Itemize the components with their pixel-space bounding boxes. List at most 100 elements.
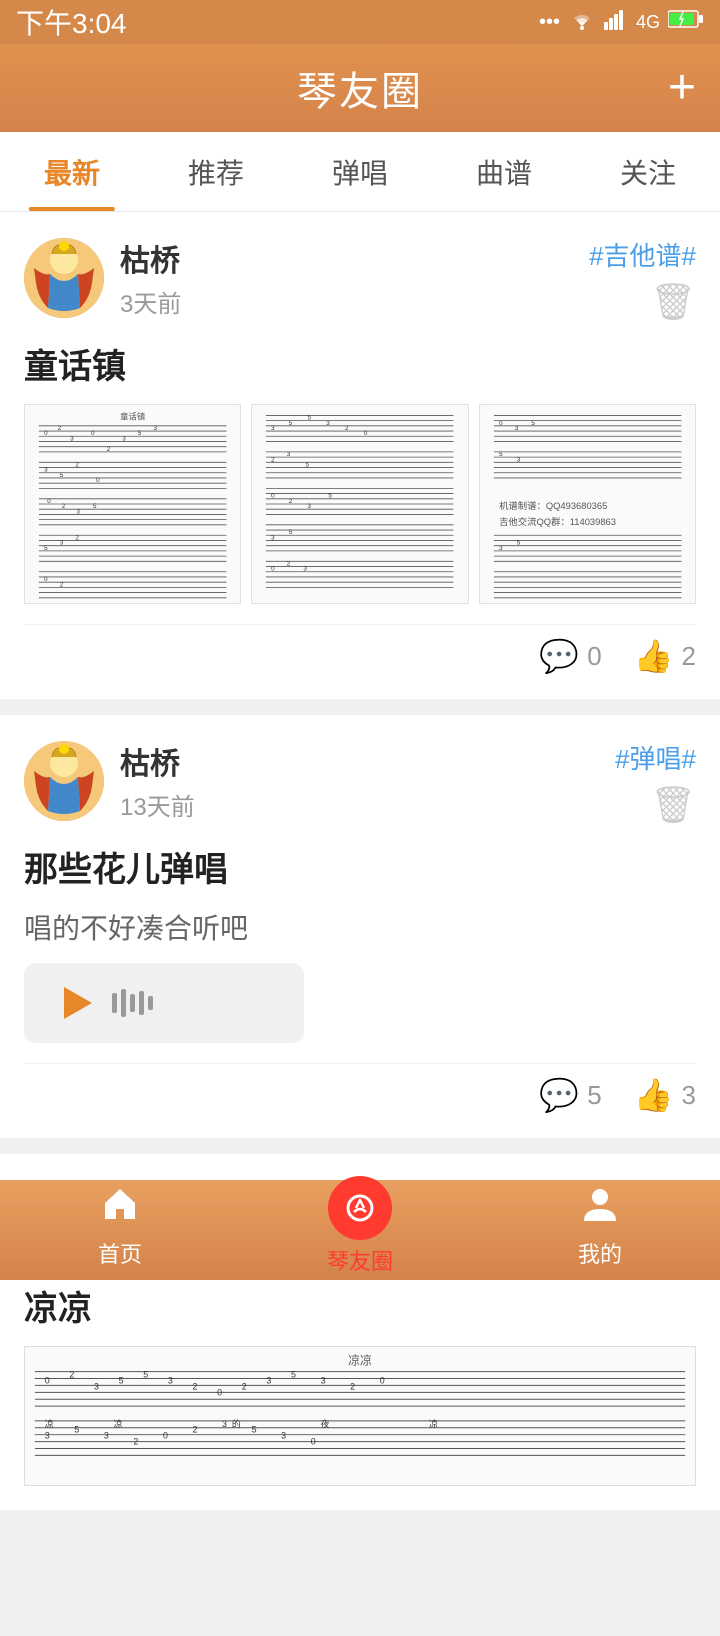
comment-count: 5 bbox=[587, 1080, 601, 1111]
user-icon bbox=[580, 1183, 620, 1233]
post-header: 枯桥 3天前 #吉他谱# 🗑 bbox=[24, 236, 696, 323]
post-tag[interactable]: #弹唱# bbox=[615, 739, 696, 776]
svg-text:2: 2 bbox=[75, 534, 79, 541]
svg-text:3: 3 bbox=[168, 1375, 173, 1385]
network-type: 4G bbox=[636, 12, 660, 33]
svg-text:5: 5 bbox=[516, 540, 520, 547]
signal-icon bbox=[604, 8, 628, 36]
svg-text:2: 2 bbox=[133, 1437, 138, 1447]
delete-button[interactable]: 🗑 bbox=[650, 281, 696, 323]
nav-circle-label: 琴友圈 bbox=[327, 1244, 393, 1276]
add-post-button[interactable]: + bbox=[668, 64, 696, 112]
svg-text:0: 0 bbox=[163, 1431, 168, 1441]
comment-action[interactable]: 💬 5 bbox=[539, 1076, 601, 1114]
circle-icon bbox=[328, 1176, 392, 1240]
svg-text:3: 3 bbox=[60, 540, 64, 547]
partial-sheet-image[interactable]: 凉凉 0 2 3 5 5 3 2 0 2 3 bbox=[24, 1346, 696, 1486]
svg-text:2: 2 bbox=[193, 1381, 198, 1391]
battery-icon bbox=[668, 9, 704, 35]
nav-mine-label: 我的 bbox=[578, 1237, 622, 1269]
svg-text:2: 2 bbox=[289, 498, 293, 505]
like-icon: 👍 bbox=[634, 637, 674, 675]
status-bar: 下午3:04 ••• 4G bbox=[0, 0, 720, 44]
svg-text:5: 5 bbox=[499, 451, 503, 458]
tab-recommend[interactable]: 推荐 bbox=[144, 132, 288, 211]
svg-text:2: 2 bbox=[350, 1381, 355, 1391]
svg-text:0: 0 bbox=[47, 498, 51, 505]
svg-text:3: 3 bbox=[104, 1431, 109, 1441]
svg-text:3: 3 bbox=[94, 1381, 99, 1391]
svg-text:0: 0 bbox=[91, 430, 95, 437]
svg-text:2: 2 bbox=[193, 1425, 198, 1435]
post-header: 枯桥 13天前 #弹唱# 🗑 bbox=[24, 739, 696, 826]
svg-text:2: 2 bbox=[58, 425, 62, 432]
like-action[interactable]: 👍 2 bbox=[634, 637, 696, 675]
svg-text:5: 5 bbox=[291, 1370, 296, 1380]
post-title: 那些花儿弹唱 bbox=[24, 842, 696, 891]
svg-text:5: 5 bbox=[289, 529, 293, 536]
svg-text:0: 0 bbox=[44, 430, 48, 437]
svg-text:5: 5 bbox=[138, 430, 142, 437]
post-tag[interactable]: #吉他谱# bbox=[589, 236, 696, 273]
svg-text:3: 3 bbox=[271, 534, 275, 541]
svg-text:0: 0 bbox=[364, 430, 368, 437]
svg-text:2: 2 bbox=[107, 446, 111, 453]
svg-text:0: 0 bbox=[380, 1375, 385, 1385]
svg-text:2: 2 bbox=[75, 461, 79, 468]
svg-text:3: 3 bbox=[287, 451, 291, 458]
comment-count: 0 bbox=[587, 641, 601, 672]
svg-text:5: 5 bbox=[74, 1425, 79, 1435]
svg-text:2: 2 bbox=[287, 560, 291, 567]
svg-text:3: 3 bbox=[516, 456, 520, 463]
sheet-image-3[interactable]: 0 3 5 5 3 机谱制谱：QQ493 bbox=[479, 404, 696, 604]
audio-player[interactable] bbox=[24, 963, 304, 1043]
svg-text:0: 0 bbox=[271, 566, 275, 573]
sheet-image-1[interactable]: 童话镇 0 2 3 0 2 3 bbox=[24, 404, 241, 604]
post-title: 凉凉 bbox=[24, 1281, 696, 1330]
tab-latest[interactable]: 最新 bbox=[0, 132, 144, 211]
nav-home[interactable]: 首页 bbox=[0, 1183, 240, 1277]
like-icon: 👍 bbox=[634, 1076, 674, 1114]
post-time: 13天前 bbox=[120, 787, 195, 822]
svg-text:3: 3 bbox=[45, 1431, 50, 1441]
svg-text:凉: 凉 bbox=[45, 1418, 54, 1429]
svg-text:3: 3 bbox=[70, 435, 74, 442]
svg-text:3: 3 bbox=[76, 508, 80, 515]
svg-text:5: 5 bbox=[44, 545, 48, 552]
sound-wave-icon bbox=[112, 989, 153, 1017]
like-action[interactable]: 👍 3 bbox=[634, 1076, 696, 1114]
comment-icon: 💬 bbox=[539, 1076, 579, 1114]
status-time: 下午3:04 bbox=[16, 2, 127, 42]
svg-text:5: 5 bbox=[252, 1425, 257, 1435]
avatar[interactable] bbox=[24, 238, 104, 318]
svg-text:5: 5 bbox=[93, 503, 97, 510]
svg-text:夜: 夜 bbox=[321, 1418, 330, 1429]
sheet-image-2[interactable]: 3 5 5 3 2 0 2 3 bbox=[251, 404, 468, 604]
like-count: 3 bbox=[682, 1080, 696, 1111]
svg-text:0: 0 bbox=[44, 576, 48, 583]
nav-mine[interactable]: 我的 bbox=[480, 1183, 720, 1277]
svg-text:3: 3 bbox=[321, 1375, 326, 1385]
svg-text:5: 5 bbox=[308, 415, 312, 422]
comment-icon: 💬 bbox=[539, 637, 579, 675]
wifi-icon bbox=[568, 8, 596, 36]
svg-text:5: 5 bbox=[329, 493, 333, 500]
svg-text:3: 3 bbox=[271, 425, 275, 432]
delete-button[interactable]: 🗑 bbox=[650, 784, 696, 826]
svg-text:3: 3 bbox=[266, 1375, 271, 1385]
bottom-navigation: 首页 琴友圈 我的 bbox=[0, 1180, 720, 1280]
avatar[interactable] bbox=[24, 741, 104, 821]
tab-play[interactable]: 弹唱 bbox=[288, 132, 432, 211]
svg-text:3: 3 bbox=[122, 435, 126, 442]
tab-score[interactable]: 曲谱 bbox=[432, 132, 576, 211]
tab-follow[interactable]: 关注 bbox=[576, 132, 720, 211]
comment-action[interactable]: 💬 0 bbox=[539, 637, 601, 675]
svg-text:2: 2 bbox=[69, 1370, 74, 1380]
nav-circle[interactable]: 琴友圈 bbox=[240, 1176, 480, 1284]
svg-text:5: 5 bbox=[60, 472, 64, 479]
home-icon bbox=[100, 1183, 140, 1233]
post-time: 3天前 bbox=[120, 284, 181, 319]
svg-text:5: 5 bbox=[289, 420, 293, 427]
svg-text:0: 0 bbox=[45, 1375, 50, 1385]
play-button[interactable] bbox=[56, 983, 96, 1023]
